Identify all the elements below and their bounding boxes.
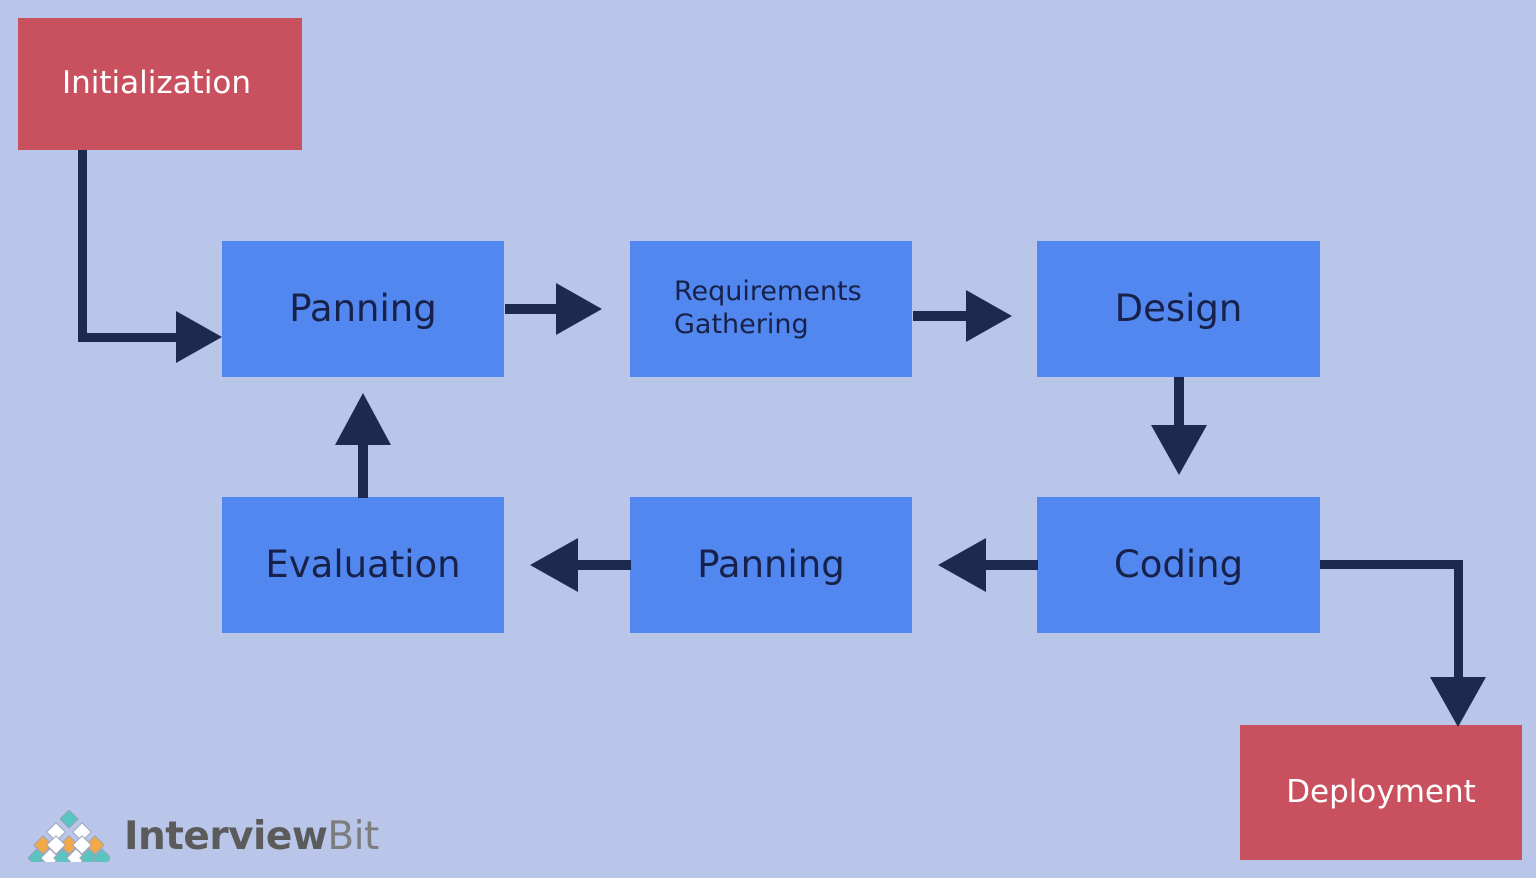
edge-design-to-coding-line <box>1174 377 1184 427</box>
edge-planning-to-evaluation-line <box>577 560 631 570</box>
edge-initialization-to-planning-horizontal <box>78 333 178 342</box>
arrowhead-coding-to-planning <box>938 538 986 592</box>
wordmark-secondary: Bit <box>327 813 379 859</box>
arrowhead-design-to-coding <box>1151 425 1207 475</box>
node-label-evaluation: Evaluation <box>265 543 461 587</box>
node-requirements-gathering[interactable]: Requirements Gathering <box>630 241 912 377</box>
node-initialization[interactable]: Initialization <box>18 18 302 150</box>
edge-evaluation-to-planning-line <box>358 440 368 498</box>
node-label-design: Design <box>1114 287 1243 331</box>
node-label-coding: Coding <box>1113 543 1244 587</box>
arrowhead-initialization-to-planning <box>176 311 222 363</box>
node-evaluation[interactable]: Evaluation <box>222 497 504 633</box>
arrowhead-coding-to-deployment <box>1430 677 1486 727</box>
node-label-initialization: Initialization <box>62 65 252 102</box>
node-label-planning-bottom: Panning <box>697 543 845 587</box>
node-planning-bottom[interactable]: Panning <box>630 497 912 633</box>
arrowhead-planning-to-evaluation <box>530 538 578 592</box>
node-deployment[interactable]: Deployment <box>1240 725 1522 860</box>
node-label-requirements-gathering: Requirements Gathering <box>674 276 862 340</box>
arrowhead-planning-to-requirements <box>556 283 602 335</box>
diagram-canvas: Initialization Panning Requirements Gath… <box>0 0 1536 878</box>
edge-initialization-to-planning-vertical <box>78 150 87 342</box>
arrowhead-evaluation-to-planning <box>335 393 391 445</box>
interviewbit-logo: InterviewBit <box>28 810 379 862</box>
edge-planning-to-requirements-line <box>505 304 557 314</box>
node-label-planning-top: Panning <box>289 287 437 331</box>
interviewbit-wordmark: InterviewBit <box>124 814 379 859</box>
node-design[interactable]: Design <box>1037 241 1320 377</box>
edge-requirements-to-design-line <box>913 311 967 321</box>
interviewbit-logo-mark <box>28 810 110 862</box>
edge-coding-to-deployment-vertical <box>1454 560 1463 680</box>
node-label-deployment: Deployment <box>1286 773 1476 810</box>
edge-coding-to-planning-line <box>985 560 1038 570</box>
node-planning-top[interactable]: Panning <box>222 241 504 377</box>
edge-coding-to-deployment-horizontal <box>1320 560 1463 569</box>
arrowhead-requirements-to-design <box>966 290 1012 342</box>
wordmark-primary: Interview <box>124 813 328 859</box>
node-coding[interactable]: Coding <box>1037 497 1320 633</box>
